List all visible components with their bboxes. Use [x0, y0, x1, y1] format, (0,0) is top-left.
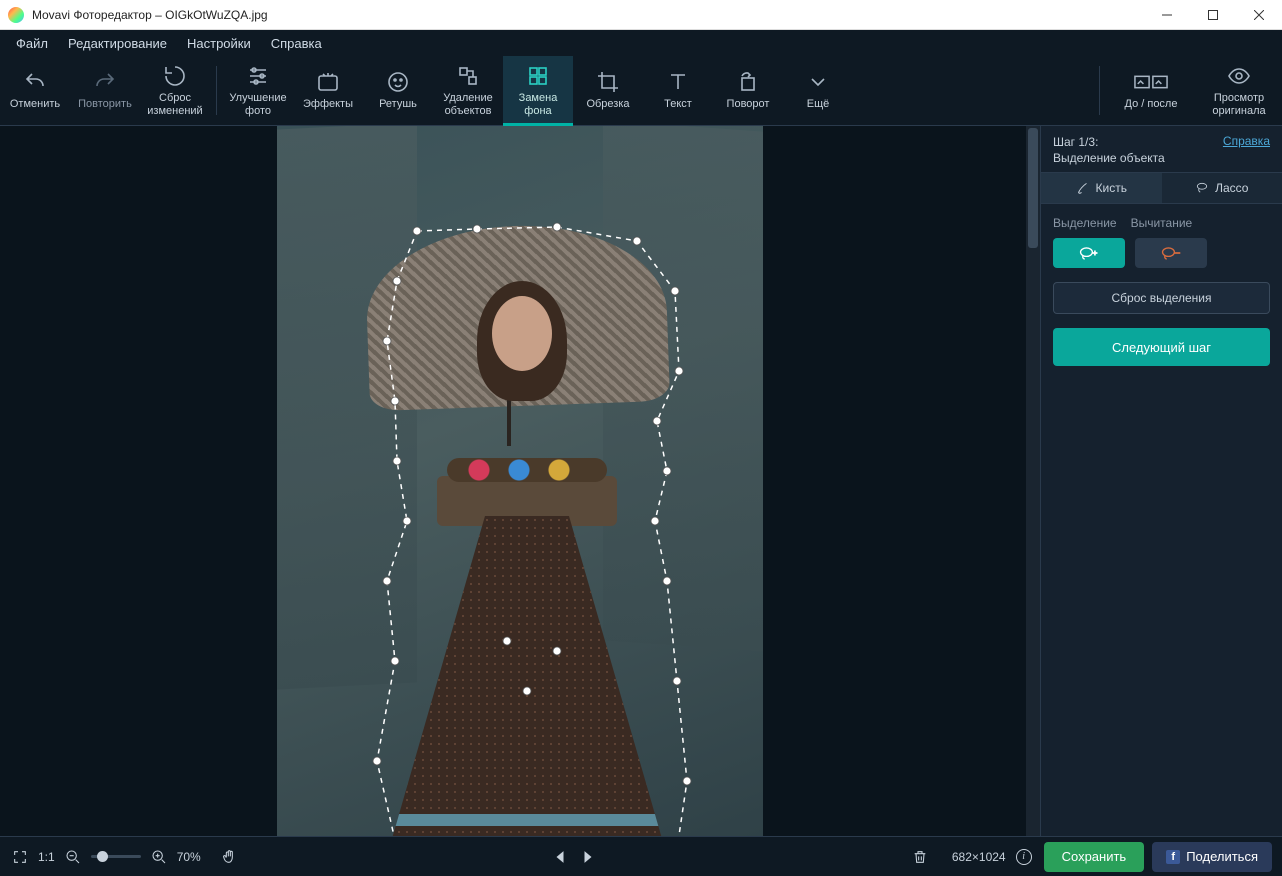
- vertical-scrollbar[interactable]: [1026, 126, 1040, 836]
- main-toolbar: Отменить Повторить Сброс изменений Улучш…: [0, 56, 1282, 126]
- view-original-button[interactable]: Просмотр оригинала: [1196, 56, 1282, 125]
- scale-1to1-button[interactable]: 1:1: [38, 850, 55, 864]
- object-remove-icon: [456, 64, 480, 88]
- more-button[interactable]: Ещё: [783, 56, 853, 125]
- menu-help[interactable]: Справка: [261, 32, 332, 55]
- zoom-value: 70%: [177, 850, 201, 864]
- facebook-icon: f: [1166, 850, 1180, 864]
- zoom-slider[interactable]: [91, 855, 141, 858]
- next-step-button[interactable]: Следующий шаг: [1053, 328, 1270, 366]
- hand-tool-icon[interactable]: [221, 849, 237, 865]
- text-icon: [666, 70, 690, 94]
- effects-icon: [316, 70, 340, 94]
- menu-bar: Файл Редактирование Настройки Справка: [0, 30, 1282, 56]
- help-link[interactable]: Справка: [1223, 134, 1270, 148]
- selection-add-button[interactable]: [1053, 238, 1125, 268]
- before-after-button[interactable]: До / после: [1106, 56, 1196, 125]
- crop-button[interactable]: Обрезка: [573, 56, 643, 125]
- label-subtract: Вычитание: [1131, 216, 1193, 230]
- app-logo-icon: [8, 7, 24, 23]
- redo-icon: [93, 70, 117, 94]
- undo-button[interactable]: Отменить: [0, 56, 70, 125]
- share-button[interactable]: f Поделиться: [1152, 842, 1272, 872]
- rotate-button[interactable]: Поворот: [713, 56, 783, 125]
- enhance-button[interactable]: Улучшение фото: [223, 56, 293, 125]
- menu-file[interactable]: Файл: [6, 32, 58, 55]
- zoom-in-icon[interactable]: [151, 849, 167, 865]
- photo-preview: [277, 126, 763, 836]
- app-title: Movavi Фоторедактор – OIGkOtWuZQA.jpg: [32, 8, 268, 22]
- tab-lasso[interactable]: Лассо: [1162, 173, 1282, 203]
- side-panel: Шаг 1/3:Выделение объекта Справка Кисть …: [1040, 126, 1282, 836]
- redo-button[interactable]: Повторить: [70, 56, 140, 125]
- effects-button[interactable]: Эффекты: [293, 56, 363, 125]
- reset-selection-button[interactable]: Сброс выделения: [1053, 282, 1270, 314]
- lasso-plus-icon: [1078, 245, 1100, 261]
- retouch-button[interactable]: Ретушь: [363, 56, 433, 125]
- image-dimensions: 682×1024: [952, 850, 1006, 864]
- face-icon: [386, 70, 410, 94]
- lasso-minus-icon: [1160, 245, 1182, 261]
- canvas-area[interactable]: [0, 126, 1040, 836]
- label-select: Выделение: [1053, 216, 1117, 230]
- window-minimize-button[interactable]: [1144, 0, 1190, 30]
- undo-icon: [23, 70, 47, 94]
- object-removal-button[interactable]: Удаление объектов: [433, 56, 503, 125]
- zoom-out-icon[interactable]: [65, 849, 81, 865]
- status-bar: 1:1 70% 682×1024 i Сохранить f Поделитьс…: [0, 836, 1282, 876]
- text-button[interactable]: Текст: [643, 56, 713, 125]
- prev-image-button[interactable]: [553, 850, 567, 864]
- window-maximize-button[interactable]: [1190, 0, 1236, 30]
- window-close-button[interactable]: [1236, 0, 1282, 30]
- brush-icon: [1076, 181, 1090, 195]
- compare-icon: [1134, 70, 1168, 94]
- info-icon[interactable]: i: [1016, 849, 1032, 865]
- window-titlebar: Movavi Фоторедактор – OIGkOtWuZQA.jpg: [0, 0, 1282, 30]
- next-image-button[interactable]: [581, 850, 595, 864]
- lasso-icon: [1195, 181, 1209, 195]
- menu-settings[interactable]: Настройки: [177, 32, 261, 55]
- tab-brush[interactable]: Кисть: [1041, 173, 1162, 203]
- fullscreen-icon[interactable]: [12, 849, 28, 865]
- trash-icon[interactable]: [912, 849, 928, 865]
- reset-icon: [163, 64, 187, 88]
- step-indicator: Шаг 1/3:Выделение объекта: [1053, 134, 1223, 166]
- eye-icon: [1227, 64, 1251, 88]
- rotate-icon: [736, 70, 760, 94]
- chevron-down-icon: [806, 70, 830, 94]
- crop-icon: [596, 70, 620, 94]
- background-swap-button[interactable]: Замена фона: [503, 56, 573, 125]
- save-button[interactable]: Сохранить: [1044, 842, 1145, 872]
- reset-button[interactable]: Сброс изменений: [140, 56, 210, 125]
- background-icon: [526, 64, 550, 88]
- sliders-icon: [246, 64, 270, 88]
- menu-edit[interactable]: Редактирование: [58, 32, 177, 55]
- selection-subtract-button[interactable]: [1135, 238, 1207, 268]
